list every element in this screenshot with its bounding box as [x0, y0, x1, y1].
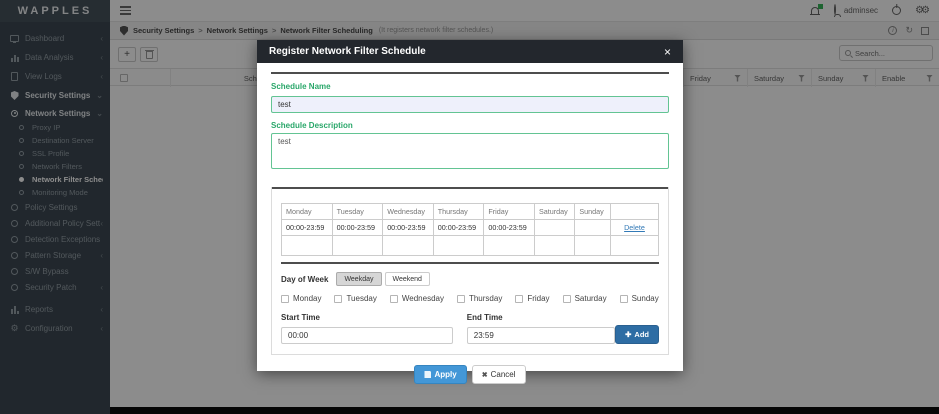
checkbox-icon — [515, 295, 523, 303]
end-time-label: End Time — [467, 313, 615, 322]
checkbox-friday[interactable]: Friday — [515, 294, 549, 303]
checkbox-thursday[interactable]: Thursday — [457, 294, 502, 303]
checkbox-icon — [563, 295, 571, 303]
day-of-week-label: Day of Week — [281, 275, 328, 284]
modal-body: Schedule Name Schedule Description test … — [257, 63, 683, 355]
plus-icon: ✚ — [625, 330, 631, 339]
end-time-input[interactable] — [467, 327, 615, 344]
schedule-detail-section: Monday Tuesday Wednesday Thursday Friday… — [271, 187, 669, 355]
checkbox-saturday[interactable]: Saturday — [563, 294, 607, 303]
schedule-name-label: Schedule Name — [271, 82, 669, 91]
apply-button[interactable]: Apply — [414, 365, 466, 384]
checkbox-wednesday[interactable]: Wednesday — [390, 294, 444, 303]
register-schedule-modal: Register Network Filter Schedule × Sched… — [257, 40, 683, 371]
table-row — [282, 236, 659, 256]
table-row: 00:00-23:59 00:00-23:59 00:00-23:59 00:0… — [282, 220, 659, 236]
schedule-name-input[interactable] — [271, 96, 669, 113]
modal-footer: Apply ✖Cancel — [257, 355, 683, 396]
schedule-description-label: Schedule Description — [271, 121, 669, 130]
checkbox-icon — [281, 295, 289, 303]
checkbox-monday[interactable]: Monday — [281, 294, 321, 303]
week-schedule-table: Monday Tuesday Wednesday Thursday Friday… — [281, 203, 659, 256]
divider — [271, 72, 669, 74]
weekday-button[interactable]: Weekday — [336, 272, 381, 286]
delete-link[interactable]: Delete — [624, 223, 645, 232]
checkbox-icon — [334, 295, 342, 303]
checkbox-sunday[interactable]: Sunday — [620, 294, 659, 303]
checkbox-tuesday[interactable]: Tuesday — [334, 294, 376, 303]
modal-title: Register Network Filter Schedule — [269, 46, 426, 57]
save-disk-icon — [424, 371, 431, 378]
checkbox-icon — [390, 295, 398, 303]
checkbox-icon — [620, 295, 628, 303]
close-icon[interactable]: × — [664, 46, 671, 58]
day-of-week-panel: Day of Week Weekday Weekend Monday Tuesd… — [272, 264, 668, 354]
start-time-input[interactable] — [281, 327, 453, 344]
cancel-button[interactable]: ✖Cancel — [472, 365, 526, 384]
modal-header: Register Network Filter Schedule × — [257, 40, 683, 63]
table-header-row: Monday Tuesday Wednesday Thursday Friday… — [282, 204, 659, 220]
add-time-button[interactable]: ✚Add — [615, 325, 659, 344]
x-icon: ✖ — [482, 371, 488, 379]
schedule-description-input[interactable]: test — [271, 133, 669, 169]
checkbox-icon — [457, 295, 465, 303]
start-time-label: Start Time — [281, 313, 453, 322]
weekend-button[interactable]: Weekend — [385, 272, 430, 286]
screen: WAPPLES Dashboard ‹ Data Analysis ‹ View… — [0, 0, 939, 414]
day-checkboxes: Monday Tuesday Wednesday Thursday Friday… — [281, 294, 659, 303]
